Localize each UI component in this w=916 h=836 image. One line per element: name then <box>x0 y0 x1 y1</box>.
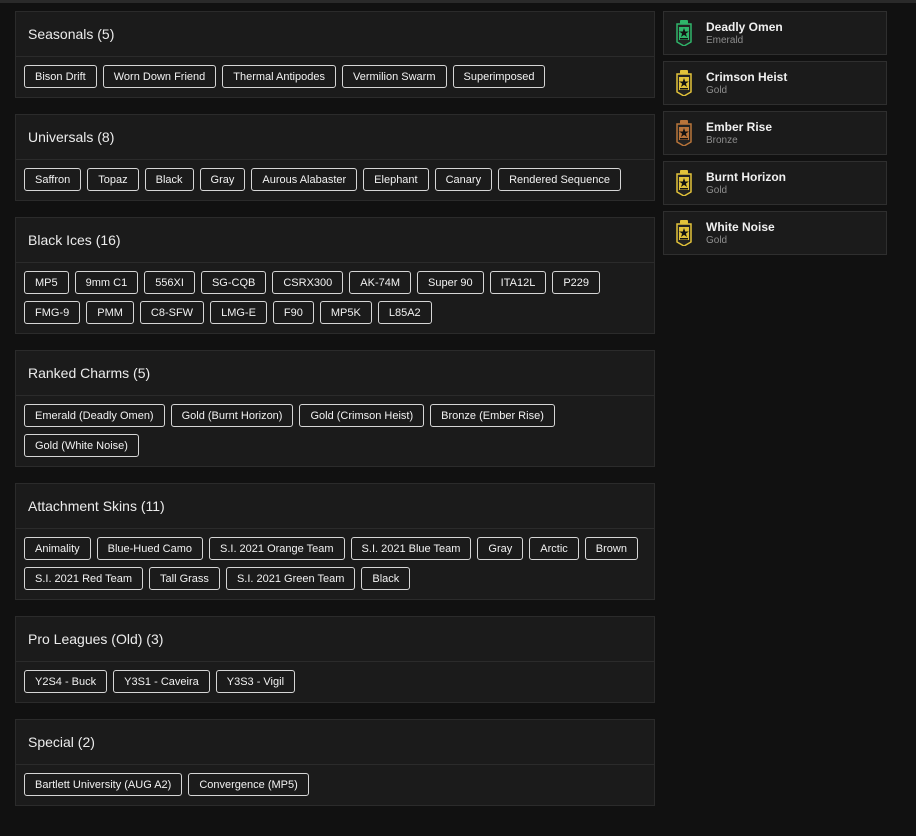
item-chip[interactable]: Gold (Burnt Horizon) <box>170 404 294 427</box>
charm-card-burnt-horizon[interactable]: Burnt Horizon Gold <box>663 161 887 205</box>
item-chip[interactable]: PMM <box>86 301 134 324</box>
item-chip[interactable]: Gray <box>199 168 246 191</box>
charm-tier: Gold <box>706 184 728 196</box>
section-items: Y2S4 - Buck Y3S1 - Caveira Y3S3 - Vigil <box>16 662 654 702</box>
item-chip[interactable]: Bronze (Ember Rise) <box>430 404 555 427</box>
item-chip[interactable]: Rendered Sequence <box>498 168 621 191</box>
charm-name: Deadly Omen <box>706 19 783 34</box>
charm-text: Crimson Heist Gold <box>706 70 787 97</box>
gold-rank-charm-icon <box>676 220 692 246</box>
section-attachment-skins: Attachment Skins (11) Animality Blue-Hued … <box>15 483 655 600</box>
item-chip[interactable]: Gray <box>477 537 524 560</box>
section-items: Bison Drift Worn Down Friend Thermal Antip… <box>16 57 654 97</box>
charm-text: Burnt Horizon Gold <box>706 170 786 197</box>
item-chip[interactable]: CSRX300 <box>272 271 344 294</box>
charm-tier: Emerald <box>706 34 744 46</box>
charm-name: Ember Rise <box>706 119 773 134</box>
section-title: Attachment Skins (11) <box>16 484 654 529</box>
item-chip[interactable]: Black <box>361 567 411 590</box>
item-chip[interactable]: P229 <box>552 271 601 294</box>
charm-text: Ember Rise Bronze <box>706 120 772 147</box>
item-chip[interactable]: Y3S3 - Vigil <box>215 670 296 693</box>
bronze-rank-charm-icon <box>676 120 692 146</box>
item-chip[interactable]: Blue-Hued Camo <box>96 537 203 560</box>
item-chip[interactable]: SG-CQB <box>200 271 267 294</box>
section-pro-leagues-old: Pro Leagues (Old) (3) Y2S4 - Buck Y3S1 - C… <box>15 616 655 703</box>
item-chip[interactable]: Black <box>144 168 194 191</box>
section-title: Special (2) <box>16 720 654 765</box>
section-title: Universals (8) <box>16 115 654 160</box>
charm-name: Burnt Horizon <box>706 169 786 184</box>
charm-tier: Gold <box>706 84 728 96</box>
emerald-rank-charm-icon <box>676 20 692 46</box>
charm-name: Crimson Heist <box>706 69 788 84</box>
item-chip[interactable]: C8-SFW <box>139 301 205 324</box>
item-chip[interactable]: Bartlett University (AUG A2) <box>24 773 183 796</box>
item-chip[interactable]: Convergence (MP5) <box>188 773 309 796</box>
item-chip[interactable]: F90 <box>272 301 314 324</box>
item-chip[interactable]: Aurous Alabaster <box>251 168 358 191</box>
section-title: Black Ices (16) <box>16 218 654 263</box>
item-chip[interactable]: Gold (White Noise) <box>24 434 139 457</box>
item-chip[interactable]: Brown <box>584 537 638 560</box>
gold-rank-charm-icon <box>676 70 692 96</box>
item-chip[interactable]: Canary <box>434 168 493 191</box>
section-items: Bartlett University (AUG A2) Convergence … <box>16 765 654 805</box>
item-chip[interactable]: 9mm C1 <box>74 271 139 294</box>
item-chip[interactable]: Bison Drift <box>24 65 97 88</box>
item-chip[interactable]: Worn Down Friend <box>102 65 217 88</box>
cosmetics-sections: Seasonals (5) Bison Drift Worn Down Friend… <box>15 11 655 822</box>
section-black-ices: Black Ices (16) MP5 9mm C1 556XI SG-CQB CSRX3… <box>15 217 655 334</box>
section-items: Emerald (Deadly Omen) Gold (Burnt Horizon… <box>16 396 654 466</box>
section-title: Pro Leagues (Old) (3) <box>16 617 654 662</box>
charm-tier: Gold <box>706 234 728 246</box>
section-special: Special (2) Bartlett University (AUG A2) C… <box>15 719 655 806</box>
item-chip[interactable]: Saffron <box>24 168 82 191</box>
charm-name: White Noise <box>706 219 775 234</box>
charm-card-white-noise[interactable]: White Noise Gold <box>663 211 887 255</box>
item-chip[interactable]: Thermal Antipodes <box>222 65 336 88</box>
item-chip[interactable]: S.I. 2021 Red Team <box>24 567 144 590</box>
item-chip[interactable]: Tall Grass <box>149 567 220 590</box>
ranked-charms-list: Deadly Omen Emerald Crimson Heist Gold Ember… <box>663 11 887 261</box>
section-items: Saffron Topaz Black Gray Aurous Alabaster Ele… <box>16 160 654 200</box>
charm-card-deadly-omen[interactable]: Deadly Omen Emerald <box>663 11 887 55</box>
item-chip[interactable]: MP5K <box>319 301 372 324</box>
item-chip[interactable]: LMG-E <box>210 301 267 324</box>
section-universals: Universals (8) Saffron Topaz Black Gray Aurou… <box>15 114 655 201</box>
item-chip[interactable]: Arctic <box>529 537 579 560</box>
item-chip[interactable]: Topaz <box>87 168 139 191</box>
charm-text: Deadly Omen Emerald <box>706 20 783 47</box>
item-chip[interactable]: Superimposed <box>452 65 546 88</box>
gold-rank-charm-icon <box>676 170 692 196</box>
item-chip[interactable]: 556XI <box>144 271 195 294</box>
item-chip[interactable]: Y3S1 - Caveira <box>113 670 210 693</box>
item-chip[interactable]: Gold (Crimson Heist) <box>299 404 425 427</box>
item-chip[interactable]: L85A2 <box>377 301 432 324</box>
section-items: Animality Blue-Hued Camo S.I. 2021 Orange … <box>16 529 654 599</box>
charm-text: White Noise Gold <box>706 220 775 247</box>
item-chip[interactable]: ITA12L <box>489 271 547 294</box>
item-chip[interactable]: AK-74M <box>349 271 412 294</box>
charm-card-crimson-heist[interactable]: Crimson Heist Gold <box>663 61 887 105</box>
top-border <box>0 0 916 3</box>
item-chip[interactable]: S.I. 2021 Blue Team <box>350 537 472 560</box>
item-chip[interactable]: Super 90 <box>417 271 484 294</box>
section-title: Ranked Charms (5) <box>16 351 654 396</box>
item-chip[interactable]: Vermilion Swarm <box>341 65 447 88</box>
section-title: Seasonals (5) <box>16 12 654 57</box>
item-chip[interactable]: Animality <box>24 537 91 560</box>
charm-tier: Bronze <box>706 134 738 146</box>
section-ranked-charms: Ranked Charms (5) Emerald (Deadly Omen) Go… <box>15 350 655 467</box>
item-chip[interactable]: Elephant <box>363 168 429 191</box>
item-chip[interactable]: S.I. 2021 Green Team <box>225 567 356 590</box>
item-chip[interactable]: MP5 <box>24 271 69 294</box>
item-chip[interactable]: S.I. 2021 Orange Team <box>209 537 345 560</box>
item-chip[interactable]: Y2S4 - Buck <box>24 670 108 693</box>
item-chip[interactable]: Emerald (Deadly Omen) <box>24 404 165 427</box>
section-items: MP5 9mm C1 556XI SG-CQB CSRX300 AK-74M Super 9… <box>16 263 654 333</box>
section-seasonals: Seasonals (5) Bison Drift Worn Down Friend… <box>15 11 655 98</box>
charm-card-ember-rise[interactable]: Ember Rise Bronze <box>663 111 887 155</box>
item-chip[interactable]: FMG-9 <box>24 301 81 324</box>
